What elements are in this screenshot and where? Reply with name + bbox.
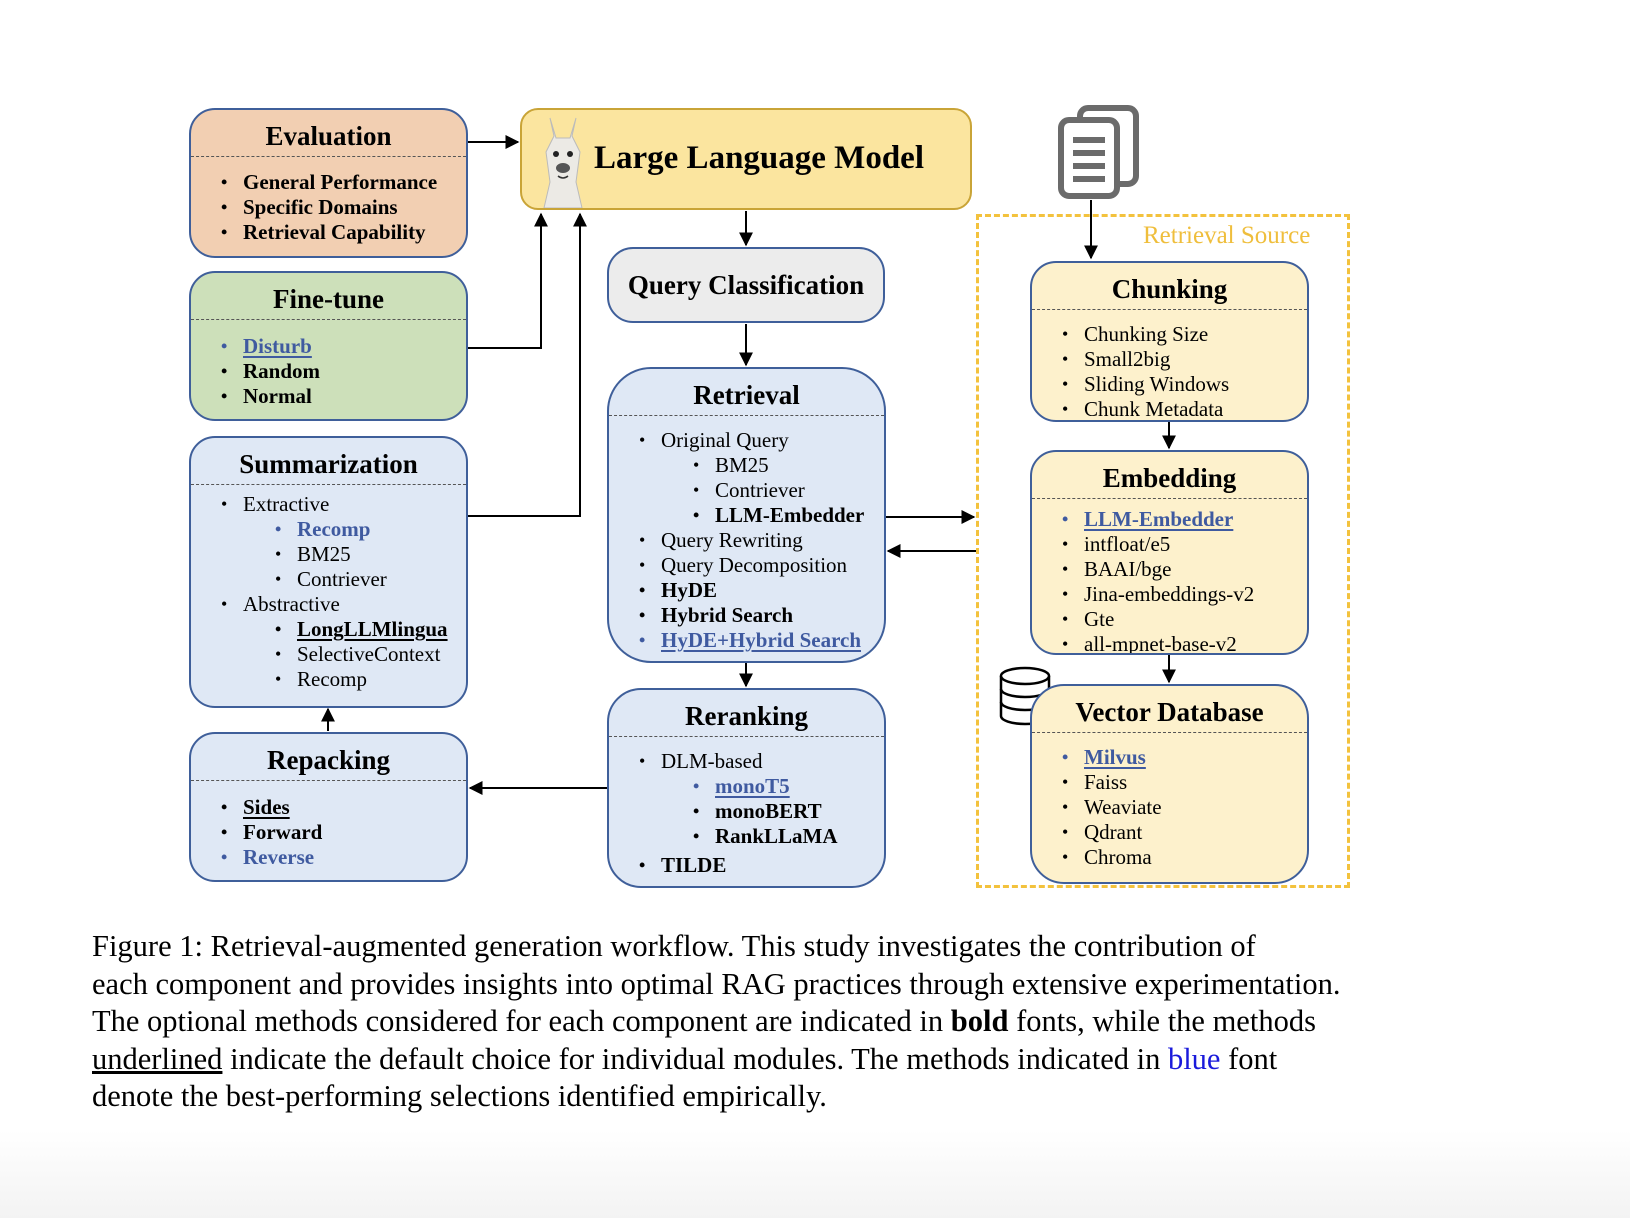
list-item: Retrieval Capability	[191, 220, 466, 245]
caption-underlined-word: underlined	[92, 1041, 223, 1076]
reranking-box: Reranking DLM-based monoT5 monoBERT Rank…	[607, 688, 886, 888]
query-classification-box: Query Classification	[607, 247, 885, 323]
arrow-summarization-to-llm	[468, 212, 587, 517]
list-item: Chroma	[1032, 845, 1307, 870]
list-item: Gte	[1032, 607, 1307, 632]
list-item: monoBERT	[609, 799, 884, 824]
list-item: LLM-Embedder	[609, 503, 884, 528]
retrieval-title: Retrieval	[609, 369, 884, 416]
list-item: DLM-based	[609, 749, 884, 774]
list-item: Recomp	[191, 517, 466, 542]
list-item: Weaviate	[1032, 795, 1307, 820]
list-item: Extractive	[191, 492, 466, 517]
list-item: Normal	[191, 384, 466, 409]
list-item: Abstractive	[191, 592, 466, 617]
embedding-box: Embedding LLM-Embedder intfloat/e5 BAAI/…	[1030, 450, 1309, 655]
list-item: Forward	[191, 820, 466, 845]
list-item: BM25	[191, 542, 466, 567]
caption-line-3: The optional methods considered for each…	[92, 1004, 1316, 1038]
caption-line-2: each component and provides insights int…	[92, 966, 1341, 1001]
list-item: Query Rewriting	[609, 528, 884, 553]
list-item: Disturb	[191, 334, 466, 359]
summarization-title: Summarization	[191, 438, 466, 485]
retrieval-box: Retrieval Original Query BM25 Contriever…	[607, 367, 886, 663]
caption-line-1: Figure 1: Retrieval-augmented generation…	[92, 929, 1256, 963]
list-item: TILDE	[609, 853, 884, 878]
vector-database-title: Vector Database	[1032, 686, 1307, 733]
arrow-finetune-to-llm	[468, 212, 548, 349]
list-item: Contriever	[191, 567, 466, 592]
list-item: Contriever	[609, 478, 884, 503]
list-item: BAAI/bge	[1032, 557, 1307, 582]
list-item: Chunk Metadata	[1032, 397, 1307, 420]
summarization-box: Summarization Extractive Recomp BM25 Con…	[189, 436, 468, 708]
list-item: Reverse	[191, 845, 466, 870]
list-item: Original Query	[609, 428, 884, 453]
list-item: intfloat/e5	[1032, 532, 1307, 557]
llm-box: Large Language Model	[520, 108, 972, 210]
list-item: Jina-embeddings-v2	[1032, 582, 1307, 607]
caption-line-5: denote the best-performing selections id…	[92, 1079, 827, 1113]
list-item: Qdrant	[1032, 820, 1307, 845]
list-item: HyDE+Hybrid Search	[609, 628, 884, 653]
list-item: BM25	[609, 453, 884, 478]
list-item: Recomp	[191, 667, 466, 692]
figure-caption: Figure 1: Retrieval-augmented generation…	[92, 928, 1452, 1116]
list-item: RankLLaMA	[609, 824, 884, 849]
list-item: LongLLMlingua	[191, 617, 466, 642]
finetune-title: Fine-tune	[191, 273, 466, 320]
list-item: Sides	[191, 795, 466, 820]
repacking-title: Repacking	[191, 734, 466, 781]
caption-line-4: underlined indicate the default choice f…	[92, 1041, 1278, 1076]
chunking-title: Chunking	[1032, 263, 1307, 310]
repacking-box: Repacking Sides Forward Reverse	[189, 732, 468, 882]
caption-blue-word: blue	[1167, 1041, 1221, 1076]
evaluation-title: Evaluation	[191, 110, 466, 157]
retrieval-source-label: Retrieval Source	[1143, 222, 1311, 249]
llama-icon	[543, 117, 583, 208]
list-item: Specific Domains	[191, 195, 466, 220]
list-item: Query Decomposition	[609, 553, 884, 578]
list-item: Small2big	[1032, 347, 1307, 372]
list-item: General Performance	[191, 170, 466, 195]
embedding-title: Embedding	[1032, 452, 1307, 499]
list-item: all-mpnet-base-v2	[1032, 632, 1307, 653]
evaluation-box: Evaluation General Performance Specific …	[189, 108, 468, 258]
list-item: Hybrid Search	[609, 603, 884, 628]
list-item: SelectiveContext	[191, 642, 466, 667]
list-item: LLM-Embedder	[1032, 507, 1307, 532]
caption-bold-word: bold	[950, 1004, 1009, 1038]
list-item: monoT5	[609, 774, 884, 799]
list-item: HyDE	[609, 578, 884, 603]
finetune-box: Fine-tune Disturb Random Normal	[189, 271, 468, 421]
documents-icon	[1058, 105, 1139, 199]
list-item: Milvus	[1032, 745, 1307, 770]
list-item: Sliding Windows	[1032, 372, 1307, 397]
reranking-title: Reranking	[609, 690, 884, 737]
vector-database-box: Vector Database Milvus Faiss Weaviate Qd…	[1030, 684, 1309, 884]
list-item: Faiss	[1032, 770, 1307, 795]
list-item: Chunking Size	[1032, 322, 1307, 347]
llm-title: Large Language Model	[594, 140, 924, 176]
chunking-box: Chunking Chunking Size Small2big Sliding…	[1030, 261, 1309, 422]
list-item: Random	[191, 359, 466, 384]
